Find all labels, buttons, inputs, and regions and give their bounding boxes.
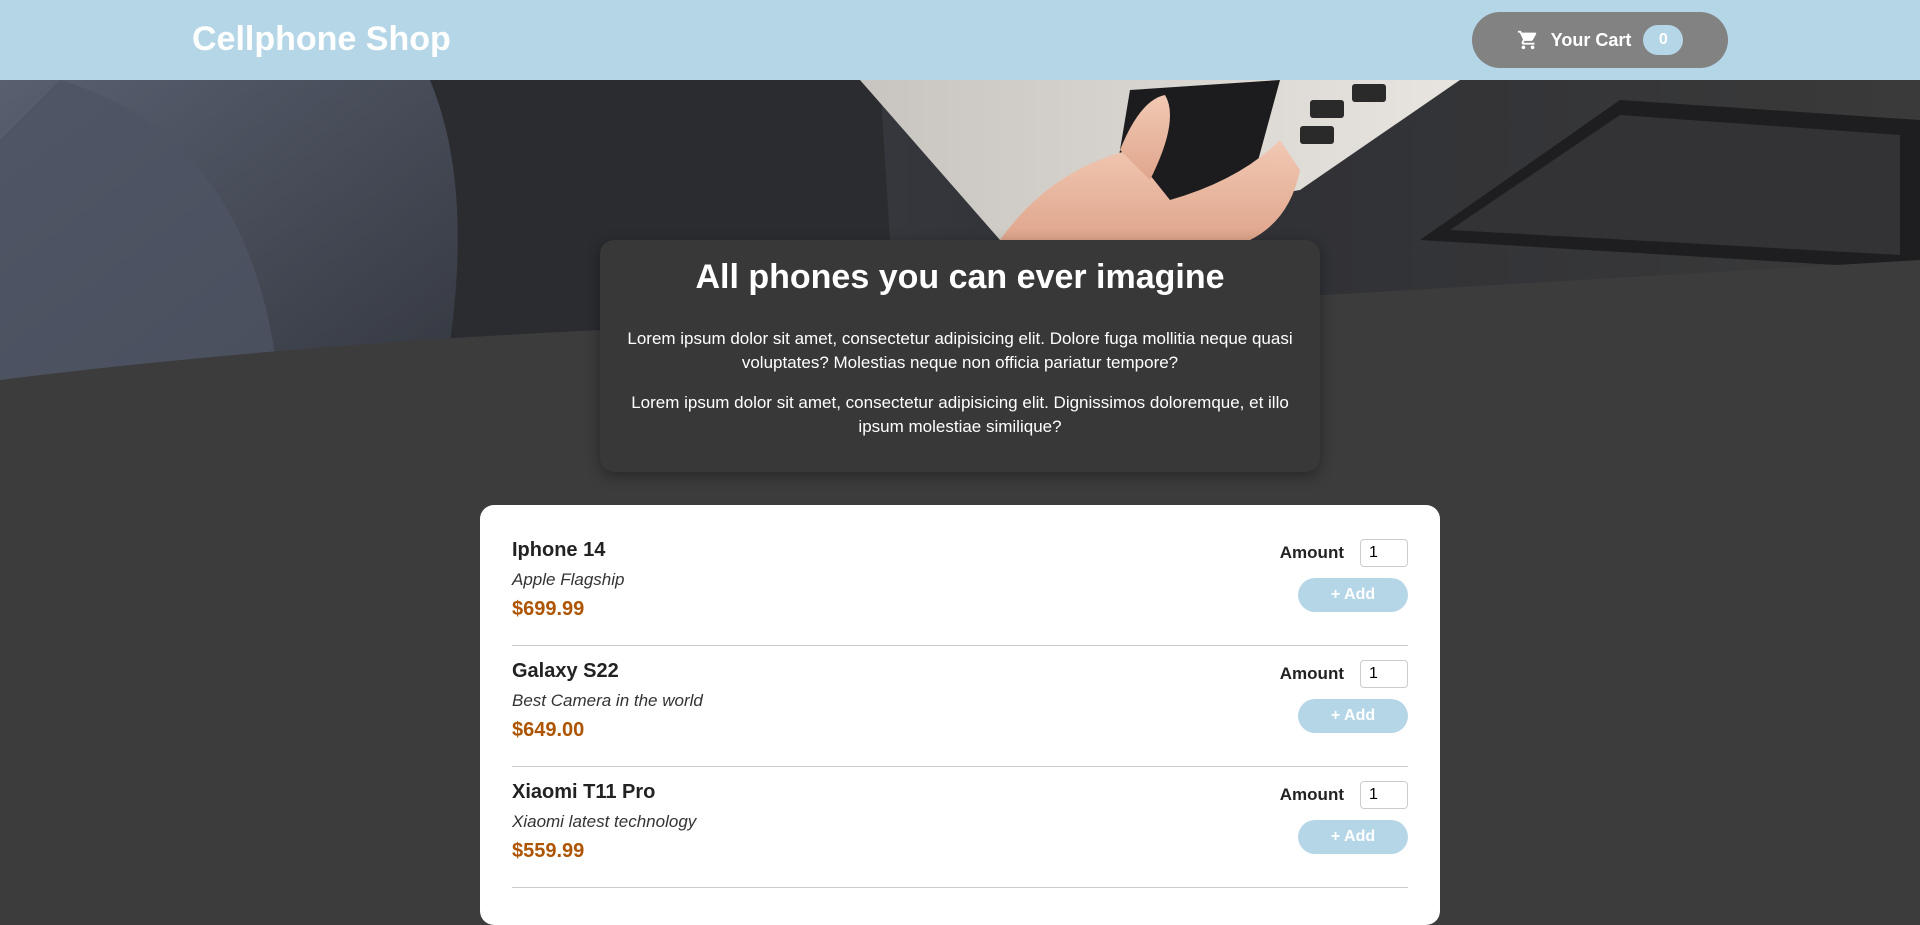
cart-label: Your Cart: [1550, 29, 1632, 50]
amount-label: Amount: [1279, 785, 1344, 804]
add-button[interactable]: + Add: [1298, 578, 1408, 612]
add-button[interactable]: + Add: [1298, 820, 1408, 854]
add-button[interactable]: + Add: [1298, 699, 1408, 733]
product-item: Galaxy S22 Best Camera in the world $649…: [512, 646, 1408, 767]
amount-row: Amount: [1280, 539, 1408, 567]
amount-input[interactable]: [1360, 539, 1408, 567]
cart-button[interactable]: Your Cart 0: [1472, 12, 1728, 68]
amount-input[interactable]: [1360, 660, 1408, 688]
product-description: Apple Flagship: [512, 570, 625, 589]
intro-paragraph-1: Lorem ipsum dolor sit amet, consectetur …: [627, 329, 1293, 372]
intro-paragraph-2: Lorem ipsum dolor sit amet, consectetur …: [631, 393, 1289, 436]
product-item: Xiaomi T11 Pro Xiaomi latest technology …: [512, 767, 1408, 888]
top-header: Cellphone Shop Your Cart 0: [0, 0, 1920, 80]
amount-row: Amount: [1280, 781, 1408, 809]
product-price: $559.99: [512, 840, 585, 862]
intro-title: All phones you can ever imagine: [695, 258, 1225, 296]
product-description: Best Camera in the world: [512, 691, 703, 710]
amount-label: Amount: [1279, 543, 1344, 562]
intro-card: All phones you can ever imagine Lorem ip…: [600, 240, 1320, 472]
product-name: Galaxy S22: [512, 660, 619, 682]
product-name: Iphone 14: [512, 539, 606, 561]
product-description: Xiaomi latest technology: [512, 812, 697, 831]
product-price: $699.99: [512, 598, 585, 620]
cart-count-badge: 0: [1643, 25, 1684, 55]
amount-label: Amount: [1279, 664, 1344, 683]
product-name: Xiaomi T11 Pro: [512, 781, 656, 803]
product-price: $649.00: [512, 719, 585, 741]
product-list: Iphone 14 Apple Flagship $699.99 Amount …: [480, 505, 1440, 925]
amount-input[interactable]: [1360, 781, 1408, 809]
product-item: Iphone 14 Apple Flagship $699.99 Amount …: [512, 525, 1408, 646]
brand-title: Cellphone Shop: [192, 20, 451, 58]
amount-row: Amount: [1280, 660, 1408, 688]
cart-icon: [1517, 29, 1539, 51]
